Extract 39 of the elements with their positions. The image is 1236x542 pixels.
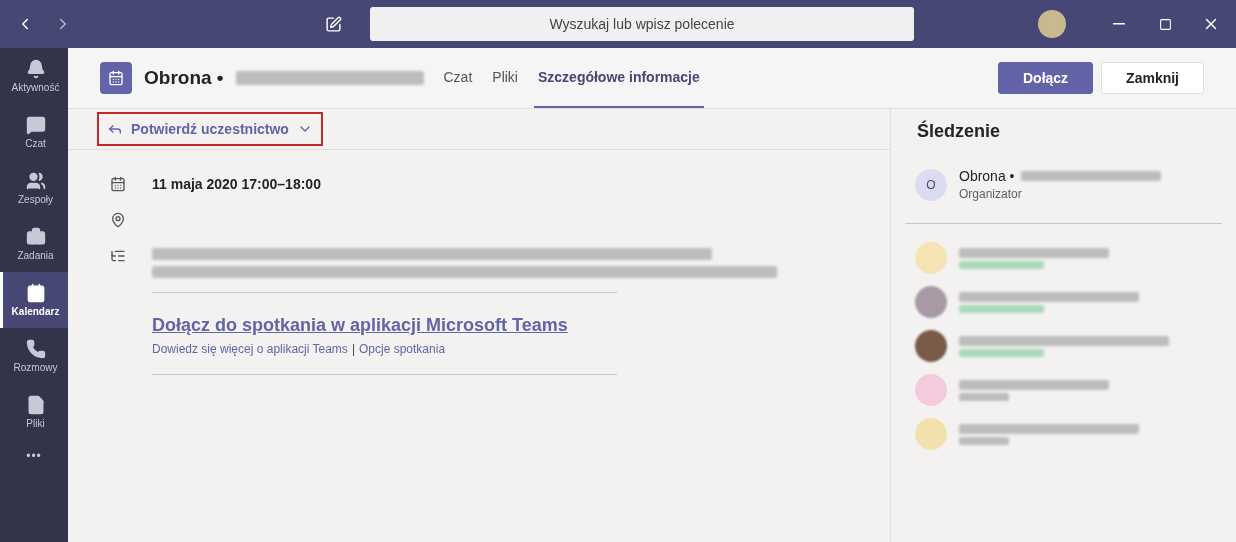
sidebar-item[interactable]: Kalendarz: [0, 272, 68, 328]
tab[interactable]: Szczegółowe informacje: [533, 48, 704, 108]
maximize-icon: [1158, 17, 1172, 31]
close-meeting-button[interactable]: Zamknij: [1101, 62, 1204, 94]
tracking-title: Śledzenie: [916, 121, 1002, 142]
chat-icon: [25, 115, 46, 135]
location-icon: [110, 212, 126, 228]
calendar-icon: [100, 62, 132, 94]
tab[interactable]: Czat: [439, 48, 477, 108]
link-separator: |: [351, 342, 355, 356]
learn-more-link[interactable]: Dowiedz się więcej o aplikacji Teams: [152, 342, 348, 356]
rsvp-button[interactable]: Potwierdź uczestnictwo: [97, 112, 323, 146]
join-meeting-link[interactable]: Dołącz do spotkania w aplikacji Microsoft Teams: [152, 315, 848, 336]
list-icon: [110, 248, 126, 264]
pen-square-icon: [324, 15, 342, 33]
search-field[interactable]: Wyszukaj lub wpisz polecenie: [370, 7, 914, 41]
meeting-options-link[interactable]: Opcje spotkania: [359, 342, 446, 356]
phone-icon: [25, 339, 46, 359]
calendar-icon: [25, 283, 46, 303]
briefcase-icon: [25, 227, 46, 247]
organizer-name: Obrona •: [959, 168, 1015, 184]
meeting-title: Obrona •: [144, 67, 224, 89]
people-icon: [25, 171, 46, 191]
organizer-avatar: O: [915, 168, 947, 201]
join-button[interactable]: Dołącz: [997, 62, 1094, 94]
calendar-icon: [110, 176, 126, 192]
minimize-icon: [1113, 23, 1125, 25]
more-button[interactable]: •••: [20, 448, 48, 464]
tab[interactable]: Pliki: [488, 48, 522, 108]
bell-icon: [25, 59, 46, 79]
meeting-date: 11 maja 2020 17:00–18:00: [152, 176, 322, 192]
sidebar-item[interactable]: Zespoły: [0, 160, 68, 216]
organizer-role: Organizator: [959, 187, 1023, 201]
sidebar-item[interactable]: Rozmowy: [0, 328, 68, 384]
sidebar-item[interactable]: Czat: [0, 104, 68, 160]
sidebar-item[interactable]: Aktywność: [0, 48, 68, 104]
user-avatar[interactable]: [1038, 10, 1066, 38]
sidebar-item[interactable]: Pliki: [0, 384, 68, 440]
sidebar-item[interactable]: Zadania: [0, 216, 68, 272]
